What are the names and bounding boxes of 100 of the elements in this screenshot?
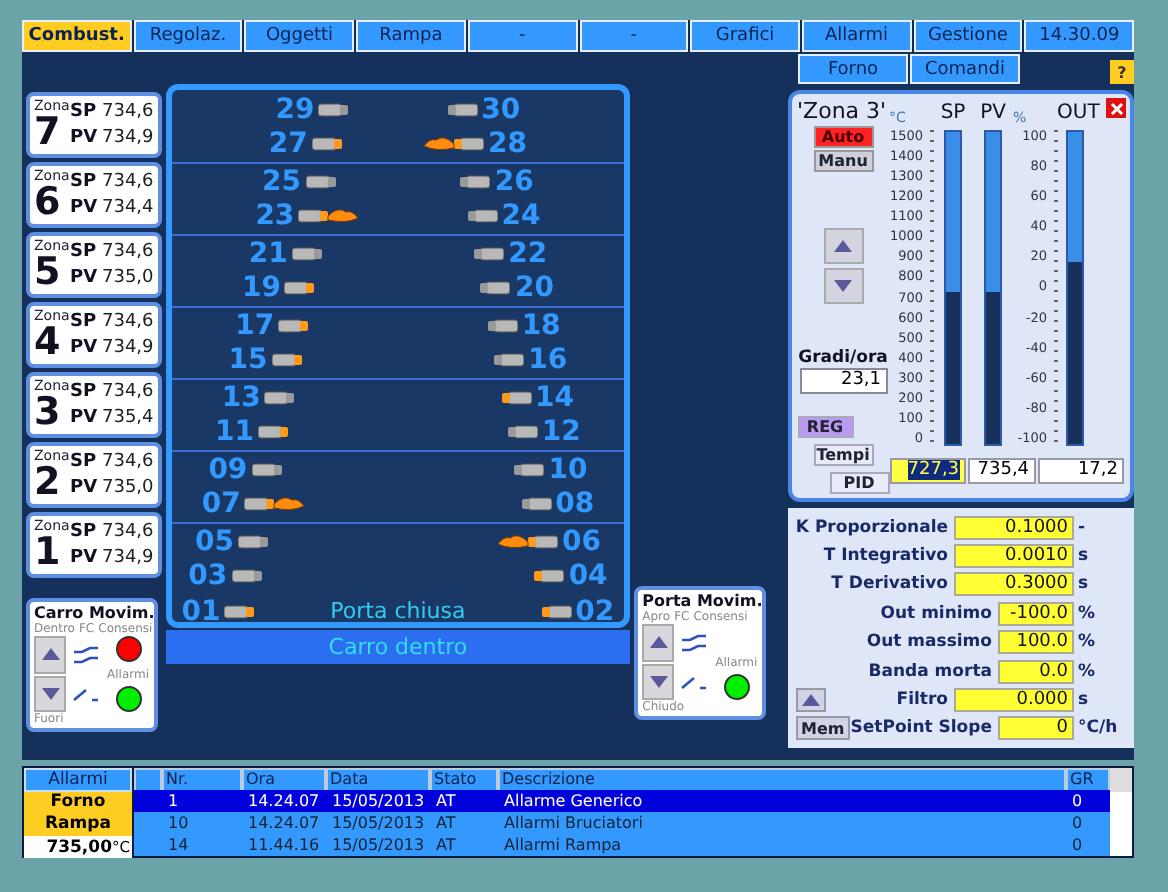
setpoint-value: 734,6 — [102, 520, 154, 544]
burner-icon — [258, 422, 291, 443]
up-arrow-icon — [41, 648, 59, 661]
zone-number: 3 — [34, 394, 61, 432]
table-cell: 15/05/2013 — [326, 812, 430, 834]
parameter-field[interactable]: -100.0 — [998, 601, 1074, 626]
help-button[interactable]: ? — [1110, 60, 1134, 84]
sub-tab[interactable]: Comandi — [910, 54, 1020, 84]
process-value: 734,9 — [102, 336, 154, 360]
table-cell: 11.44.16 — [242, 834, 326, 856]
parameter-label: SetPoint Slope — [850, 718, 994, 739]
menu-tab[interactable]: Allarmi — [801, 20, 912, 52]
zone-number: 5 — [34, 254, 61, 292]
scrollbar[interactable] — [1110, 768, 1132, 856]
menu-tab[interactable]: Gestione — [913, 20, 1023, 52]
process-value-label: PV — [70, 406, 100, 430]
door-status: Porta chiusa — [330, 598, 466, 625]
parameter-field[interactable]: 100.0 — [998, 630, 1074, 655]
table-cell: AT — [430, 790, 498, 812]
burner-number: 14 — [535, 381, 574, 414]
burner-number: 24 — [501, 200, 541, 233]
mover-title: Porta Movim. — [642, 592, 759, 610]
burner-number: 07 — [201, 488, 241, 521]
parameter-field[interactable]: 0.1000 — [954, 515, 1074, 540]
switch-icon — [72, 646, 100, 666]
burner-number: 25 — [262, 165, 302, 198]
up-button[interactable] — [642, 624, 675, 661]
burner-number: 23 — [255, 200, 295, 233]
process-value-label: PV — [70, 546, 100, 570]
zone-number: 7 — [34, 114, 61, 152]
menu-tab[interactable]: Rampa — [356, 20, 466, 52]
burner-number: 09 — [208, 453, 248, 486]
parameter-label: Out massimo — [864, 632, 994, 653]
process-value-label: PV — [70, 476, 100, 500]
table-cell: 10 — [162, 812, 242, 834]
parameter-label: Banda morta — [866, 661, 994, 682]
parameter-field[interactable]: 0.0 — [998, 659, 1074, 684]
unit-label: s — [1076, 689, 1091, 710]
view-button[interactable]: Tempi — [813, 443, 874, 466]
menu-tab[interactable]: Combust. — [22, 20, 132, 52]
unit-label: % — [1076, 632, 1098, 653]
table-cell: Allarmi Bruciatori — [498, 812, 1066, 834]
down-button[interactable] — [642, 663, 675, 700]
burner-icon — [224, 601, 257, 622]
burner-icon — [278, 315, 311, 336]
table-cell: AT — [430, 834, 498, 856]
burner-number: 18 — [521, 309, 561, 342]
view-button[interactable]: REG — [797, 415, 854, 438]
up-button[interactable] — [795, 687, 826, 712]
parameter-field[interactable]: 0.3000 — [954, 572, 1074, 597]
rate-field[interactable]: 23,1 — [799, 368, 888, 395]
burner-number: 12 — [541, 416, 581, 449]
switch-icon — [680, 634, 709, 654]
view-button[interactable]: PID — [829, 471, 890, 494]
burner-icon — [472, 243, 505, 264]
menu-tab[interactable]: - — [579, 20, 689, 52]
parameter-label: K Proporzionale — [795, 517, 950, 538]
setpoint-label: SP — [70, 380, 99, 404]
mode-button[interactable]: Auto — [813, 126, 874, 149]
unit-label: % — [1076, 661, 1098, 682]
sub-tab[interactable]: Forno — [798, 54, 908, 84]
menu-tab[interactable]: Oggetti — [244, 20, 355, 52]
value-field[interactable]: 735,4 — [967, 458, 1036, 484]
burner-number: 01 — [181, 595, 221, 628]
burner-icon — [251, 459, 284, 480]
burner-number: 22 — [508, 237, 548, 270]
menu-tab[interactable]: Grafici — [690, 20, 800, 52]
up-button[interactable] — [34, 636, 66, 673]
value-field[interactable]: 17,2 — [1037, 458, 1124, 484]
table-cell: 14.24.07 — [242, 812, 326, 834]
burner-number: 10 — [548, 453, 588, 486]
setpoint-value: 734,6 — [102, 380, 154, 404]
close-button[interactable] — [1106, 98, 1126, 118]
close-icon — [1109, 101, 1123, 115]
parameter-field[interactable]: 0 — [998, 716, 1074, 741]
up-arrow-icon — [649, 636, 668, 649]
process-value-label: PV — [70, 336, 100, 360]
column-header: Descrizione — [498, 768, 1066, 792]
burner-flame-icon — [424, 134, 485, 155]
table-cell: 15/05/2013 — [326, 834, 430, 856]
column-header: Data — [326, 768, 430, 792]
setpoint-value: 734,6 — [102, 240, 154, 264]
menu-tab[interactable]: Regolaz. — [133, 20, 243, 52]
process-value: 735,0 — [102, 266, 154, 290]
memory-button[interactable]: Mem — [795, 716, 851, 741]
burner-icon — [271, 350, 304, 371]
value-field[interactable]: 727,3 — [889, 458, 966, 484]
menu-tab[interactable]: - — [467, 20, 577, 52]
down-button[interactable] — [34, 675, 66, 712]
burner-number: 26 — [494, 165, 534, 198]
mode-button[interactable]: Manu — [813, 150, 874, 173]
burner-icon — [478, 278, 511, 299]
alarms-heading: Allarmi — [24, 768, 132, 792]
parameter-field[interactable]: 0.0010 — [954, 544, 1074, 569]
burner-icon — [231, 566, 264, 587]
parameter-field[interactable]: 0.000 — [954, 687, 1074, 712]
burner-number: 21 — [248, 237, 288, 270]
process-value: 734,9 — [102, 126, 154, 150]
up-button[interactable] — [823, 227, 864, 265]
down-button[interactable] — [823, 267, 864, 305]
